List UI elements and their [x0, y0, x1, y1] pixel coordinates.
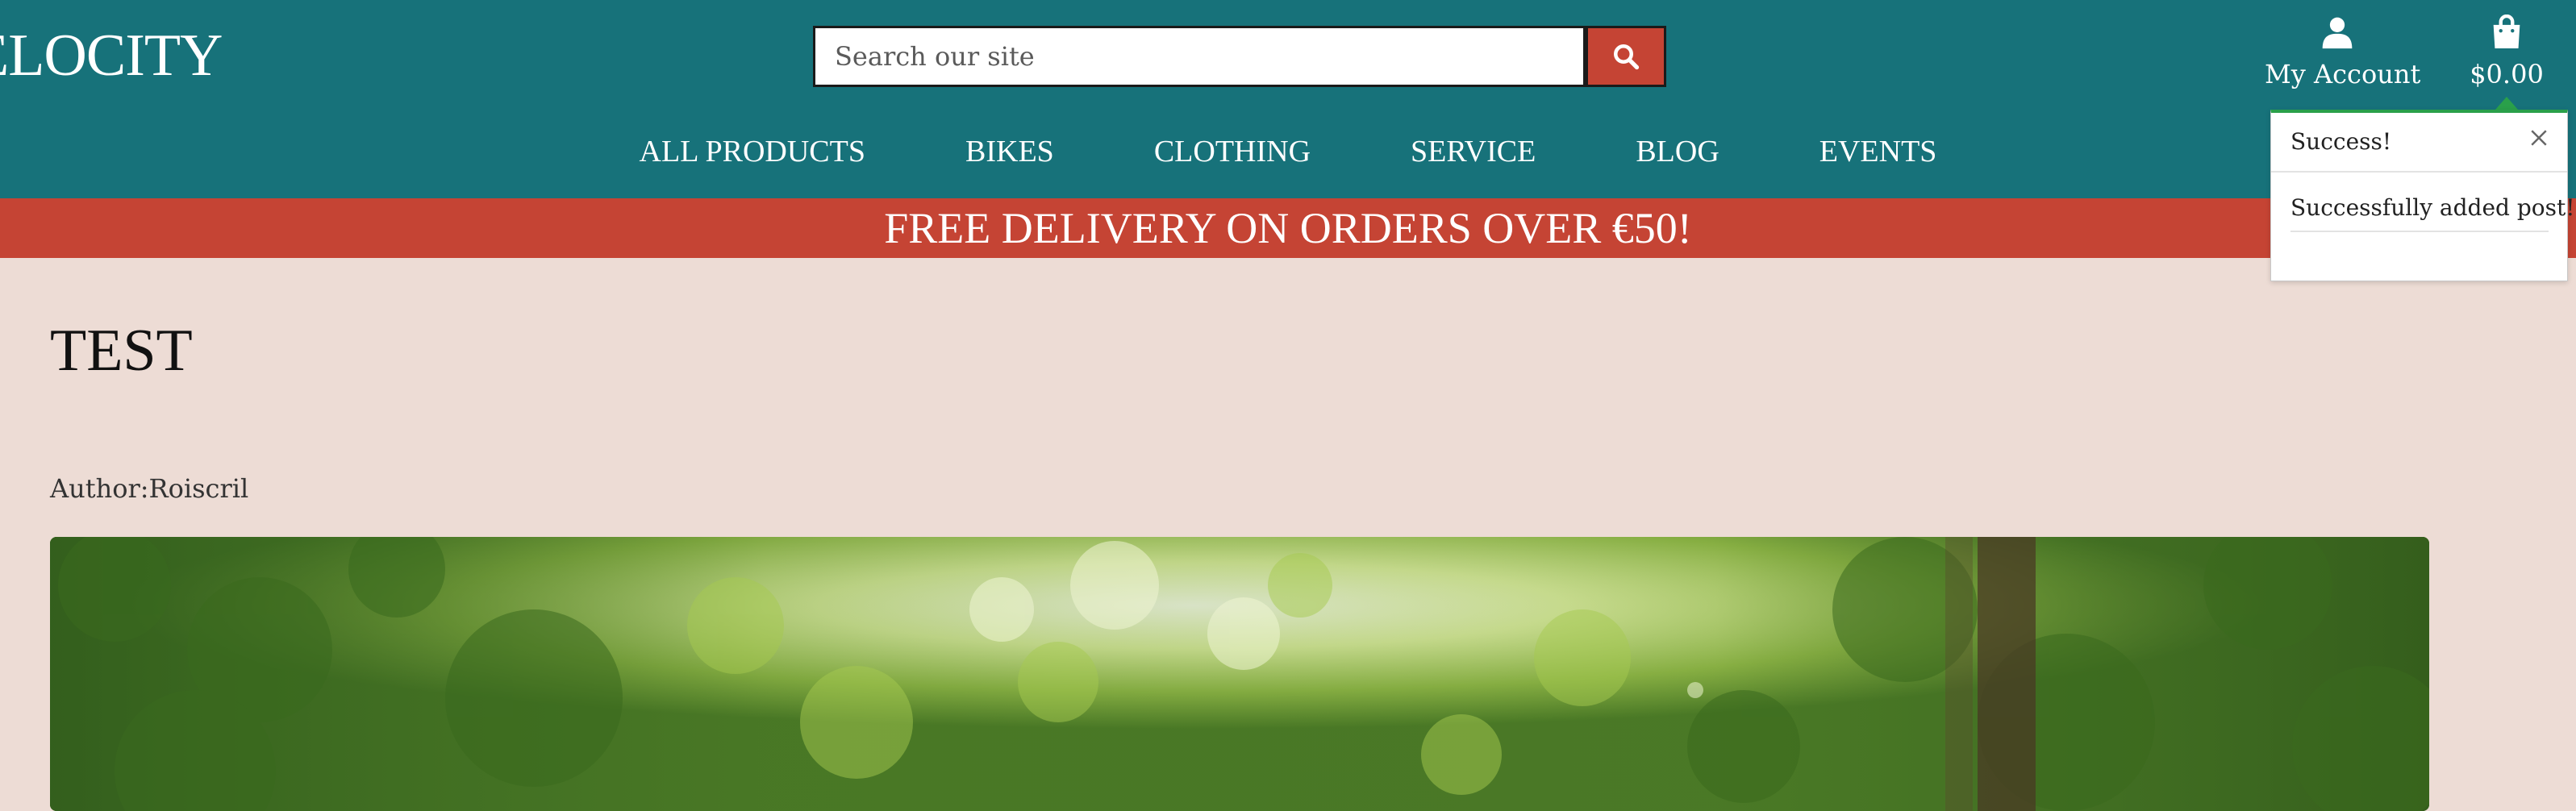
cart-link[interactable]: $0.00 — [2466, 14, 2547, 90]
nav-item-all-products[interactable]: ALL PRODUCTS — [640, 134, 865, 169]
my-account-label: My Account — [2265, 59, 2421, 89]
nav-item-clothing[interactable]: CLOTHING — [1154, 134, 1311, 169]
nav-item-events[interactable]: EVENTS — [1819, 134, 1937, 169]
toast-title: Success! — [2290, 128, 2392, 155]
forest-trail-photo — [50, 537, 2429, 811]
user-icon — [2322, 17, 2353, 49]
search-button[interactable] — [1586, 26, 1666, 87]
toast-message: Successfully added post! — [2290, 194, 2575, 221]
toast-arrow — [2495, 97, 2518, 110]
post-title: TEST — [50, 318, 193, 384]
nav-item-bikes[interactable]: BIKES — [965, 134, 1054, 169]
success-toast: Success! Successfully added post! — [2270, 110, 2575, 281]
nav-item-service[interactable]: SERVICE — [1411, 134, 1536, 169]
search-bar — [813, 26, 1668, 87]
cart-total: $0.00 — [2470, 59, 2544, 89]
my-account-link[interactable]: My Account — [2265, 15, 2421, 90]
nav-item-blog[interactable]: BLOG — [1636, 134, 1719, 169]
close-icon[interactable] — [2527, 126, 2551, 150]
shopping-bag-icon — [2493, 14, 2520, 48]
main-nav: ALL PRODUCTS BIKES CLOTHING SERVICE BLOG… — [0, 129, 2576, 174]
toast-underline — [2290, 231, 2549, 232]
post-image — [50, 537, 2429, 811]
free-delivery-banner: FREE DELIVERY ON ORDERS OVER €50! — [0, 198, 2576, 258]
search-icon — [1614, 44, 1640, 70]
site-logo[interactable]: ELOCITY — [0, 19, 223, 92]
toast-divider — [2271, 171, 2567, 173]
post-author: Author:Roiscril — [50, 473, 249, 504]
search-input[interactable] — [813, 26, 1586, 87]
site-header: ELOCITY My Account $0.00 ALL PRODUCTS BI… — [0, 0, 2576, 198]
